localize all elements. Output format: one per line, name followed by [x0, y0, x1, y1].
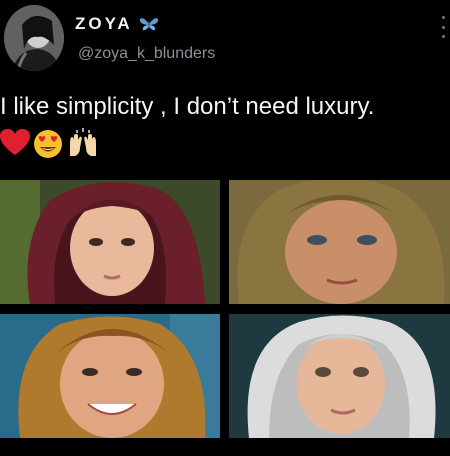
- photo-girl-olive-scarf[interactable]: [229, 180, 450, 304]
- photo-image: [0, 180, 220, 304]
- emoji-row: [0, 128, 100, 158]
- butterfly-icon: [139, 18, 158, 31]
- photo-girl-patterned-scarf[interactable]: [0, 314, 220, 438]
- heart-eyes-face-icon: [34, 130, 62, 158]
- avatar-photo: [4, 5, 64, 71]
- photo-image: [0, 314, 220, 438]
- name-row: ZOYA: [75, 14, 159, 34]
- photo-girl-white-scarf[interactable]: [229, 314, 450, 438]
- photo-girl-maroon-scarf[interactable]: [0, 180, 220, 304]
- display-name[interactable]: ZOYA: [75, 14, 133, 34]
- avatar[interactable]: [4, 5, 64, 71]
- raising-hands-icon: [70, 128, 96, 156]
- photo-image: [229, 180, 450, 304]
- red-heart-icon: [0, 129, 30, 155]
- tweet-text: I like simplicity , I don’t need luxury.: [0, 93, 375, 120]
- user-handle[interactable]: @zoya_k_blunders: [78, 45, 215, 63]
- photo-image: [229, 314, 450, 438]
- more-options-icon[interactable]: [440, 16, 446, 38]
